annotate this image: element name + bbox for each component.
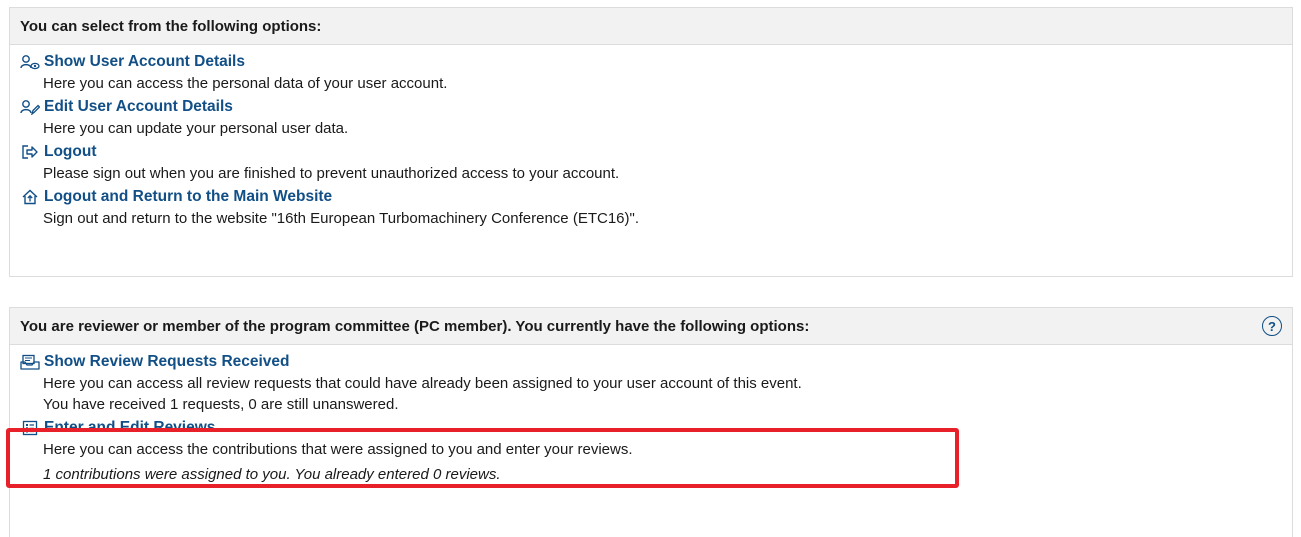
account-options-header: You can select from the following option… — [10, 8, 1292, 45]
enter-edit-reviews-label: Enter and Edit Reviews — [44, 419, 216, 436]
logout-main-desc: Sign out and return to the website "16th… — [43, 210, 639, 227]
reviewer-options-title: You are reviewer or member of the progra… — [20, 317, 810, 335]
logout-link[interactable]: Logout — [20, 141, 1282, 163]
edit-user-account-link[interactable]: Edit User Account Details — [20, 96, 1282, 118]
option-edit-user-account: Edit User Account Details Here you can u… — [20, 96, 1282, 139]
option-logout: Logout Please sign out when you are fini… — [20, 141, 1282, 184]
enter-edit-reviews-link[interactable]: Enter and Edit Reviews — [20, 417, 1282, 439]
user-view-icon — [20, 53, 40, 71]
review-requests-icon — [20, 353, 40, 371]
account-options-title: You can select from the following option… — [20, 17, 322, 35]
home-logout-icon — [20, 188, 40, 206]
logout-icon — [20, 143, 40, 161]
help-icon[interactable]: ? — [1262, 316, 1282, 336]
logout-label: Logout — [44, 143, 97, 160]
user-edit-icon — [20, 98, 40, 116]
option-enter-edit-reviews: Enter and Edit Reviews Here you can acce… — [20, 417, 1282, 460]
review-requests-count: You have received 1 requests, 0 are stil… — [43, 396, 399, 413]
logout-desc: Please sign out when you are finished to… — [43, 165, 620, 182]
review-requests-label: Show Review Requests Received — [44, 353, 290, 370]
option-logout-main: Logout and Return to the Main Website Si… — [20, 186, 1282, 229]
reviewer-options-header: You are reviewer or member of the progra… — [10, 308, 1292, 345]
review-list-icon — [20, 419, 40, 437]
review-requests-link[interactable]: Show Review Requests Received — [20, 351, 1282, 373]
show-user-account-link[interactable]: Show User Account Details — [20, 51, 1282, 73]
option-review-requests: Show Review Requests Received Here you c… — [20, 351, 1282, 415]
reviewer-options-panel: You are reviewer or member of the progra… — [9, 307, 1293, 537]
edit-user-account-label: Edit User Account Details — [44, 98, 233, 115]
enter-edit-reviews-desc: Here you can access the contributions th… — [43, 441, 633, 458]
logout-main-label: Logout and Return to the Main Website — [44, 188, 333, 205]
show-user-account-desc: Here you can access the personal data of… — [43, 75, 448, 92]
option-show-user-account: Show User Account Details Here you can a… — [20, 51, 1282, 94]
review-requests-desc: Here you can access all review requests … — [43, 375, 802, 392]
logout-main-link[interactable]: Logout and Return to the Main Website — [20, 186, 1282, 208]
edit-user-account-desc: Here you can update your personal user d… — [43, 120, 349, 137]
show-user-account-label: Show User Account Details — [44, 53, 245, 70]
assigned-contributions-note: 1 contributions were assigned to you. Yo… — [43, 466, 501, 483]
account-options-panel: You can select from the following option… — [9, 7, 1293, 277]
